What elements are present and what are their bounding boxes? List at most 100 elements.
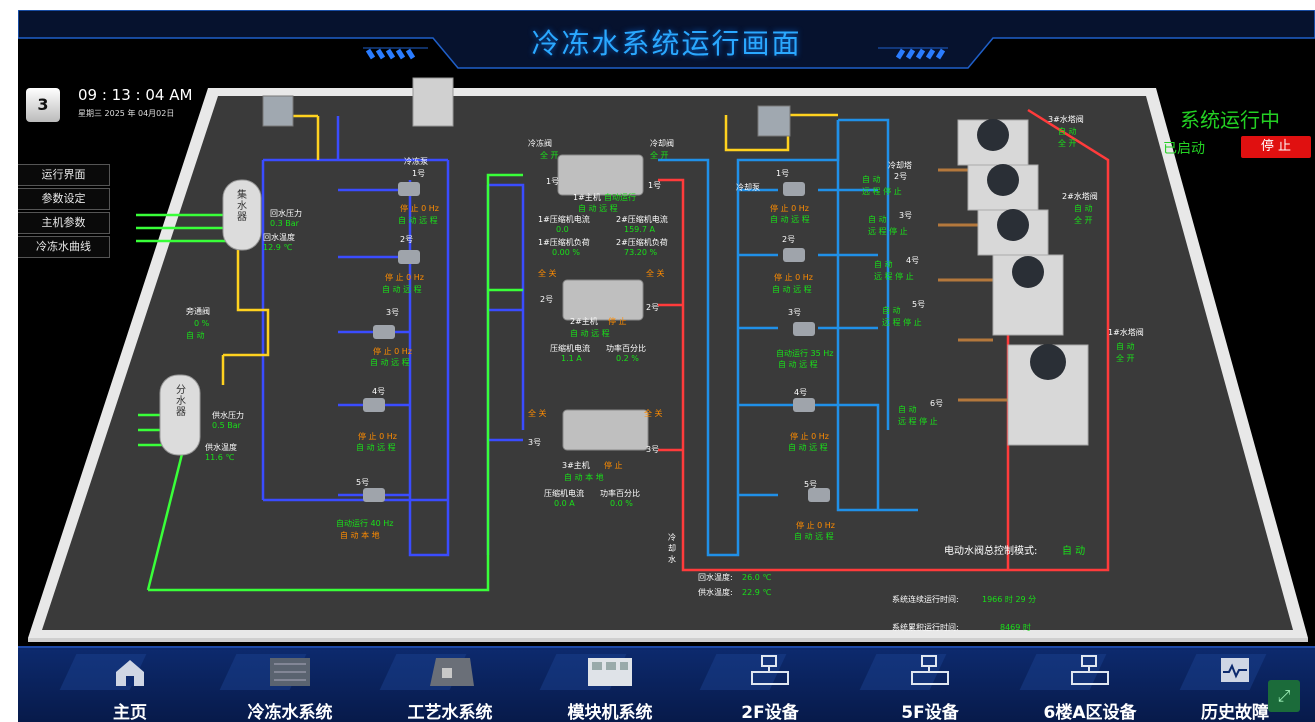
tower-5-no: 5号 — [912, 300, 926, 309]
tower-valve-2-state[interactable]: 全 开 — [1074, 215, 1093, 226]
network-pc-icon — [751, 655, 789, 685]
fullscreen-icon[interactable]: ⤢ — [1268, 680, 1300, 712]
chiller-1-c2-value: 159.7 A — [624, 225, 655, 234]
bypass-valve-mode: 自 动 — [186, 331, 205, 340]
tower-valve-3-mode[interactable]: 自 动 — [1058, 126, 1077, 137]
chw-pump-5-no: 5号 — [356, 478, 370, 487]
cw-valve-label: 冷却阀 — [650, 139, 674, 148]
menu-chiller-params[interactable]: 主机参数 — [18, 212, 110, 234]
cw-valve-2-state[interactable]: 全 关 — [646, 268, 665, 279]
network-pc-icon — [911, 655, 949, 685]
supply-pressure-value: 0.5 Bar — [212, 421, 241, 430]
stop-button[interactable]: 停 止 — [1241, 136, 1311, 158]
chiller-1-mode[interactable]: 自 动 远 程 — [578, 203, 618, 214]
tower-6-state[interactable]: 远 程 停 止 — [898, 416, 938, 427]
chw-pump-5-mode[interactable]: 自 动 本 地 — [340, 530, 380, 541]
tower-valve-2-name: 2#水塔阀 — [1062, 192, 1098, 201]
collector-name: 集 水 器 — [237, 190, 247, 223]
tower-4-state[interactable]: 远 程 停 止 — [874, 271, 914, 282]
tower-6-mode[interactable]: 自 动 — [898, 404, 917, 415]
distributor-name: 分 水 器 — [176, 385, 186, 418]
chw-pump-2-state[interactable]: 停 止 0 Hz — [385, 272, 424, 283]
cw-pump-1-state[interactable]: 停 止 0 Hz — [770, 203, 809, 214]
cw-valve-1-state[interactable]: 全 开 — [650, 150, 669, 161]
tower-2-state[interactable]: 远 程 停 止 — [862, 186, 902, 197]
cw-pump-4-state[interactable]: 停 止 0 Hz — [790, 431, 829, 442]
cw-supply-temp-value: 22.9 ℃ — [742, 588, 772, 597]
chw-pump-1-no: 1号 — [412, 169, 426, 178]
chw-valve-3-state[interactable]: 全 关 — [528, 408, 547, 419]
valve-mode-value[interactable]: 自 动 — [1062, 546, 1085, 557]
nav-process-water[interactable]: 工艺水系统 — [370, 648, 530, 722]
menu-run-view[interactable]: 运行界面 — [18, 164, 110, 186]
cw-pump-3-mode[interactable]: 自 动 远 程 — [778, 359, 818, 370]
tower-valve-1-state[interactable]: 全 开 — [1116, 353, 1135, 364]
chiller-3-name: 3#主机 — [562, 461, 590, 470]
chiller-1-left-no: 1号 — [546, 177, 560, 186]
chw-pump-1-mode[interactable]: 自 动 远 程 — [398, 215, 438, 226]
date-display: 星期三 2025 年 04月02日 — [78, 109, 175, 118]
menu-param-settings[interactable]: 参数设定 — [18, 188, 110, 210]
run-continuous-label: 系统连续运行时间: — [892, 595, 959, 604]
tower-2-no: 2号 — [894, 172, 908, 181]
run-total-value: 8469 时 — [1000, 623, 1031, 632]
run-continuous-value: 1966 时 29 分 — [982, 595, 1037, 604]
nav-chilled-water[interactable]: 冷冻水系统 — [210, 648, 370, 722]
scada-screen: 冷冻水系统运行画面 3 09: 13: 04 AM 星期三 2025 年 0… — [18, 10, 1315, 722]
nav-module-unit[interactable]: 模块机系统 — [530, 648, 690, 722]
chw-pump-2-no: 2号 — [400, 235, 414, 244]
nav-6f-a-equipment[interactable]: 6楼A区设备 — [1010, 648, 1170, 722]
cw-valve-3-state[interactable]: 全 关 — [644, 408, 663, 419]
chiller-1-name: 1#主机 — [573, 193, 601, 202]
chw-pump-4-mode[interactable]: 自 动 远 程 — [356, 442, 396, 453]
chiller-1-run: 自动运行 — [604, 193, 636, 202]
tower-6-no: 6号 — [930, 399, 944, 408]
tower-5-state[interactable]: 远 程 停 止 — [882, 317, 922, 328]
cw-pump-2-state[interactable]: 停 止 0 Hz — [774, 272, 813, 283]
cw-pump-5-state[interactable]: 停 止 0 Hz — [796, 520, 835, 531]
nav-5f-equipment[interactable]: 5F设备 — [850, 648, 1010, 722]
tower-valve-3-state[interactable]: 全 开 — [1058, 138, 1077, 149]
chiller-2-l1-value: 0.2 % — [616, 354, 639, 363]
chiller-3-left-no: 3号 — [528, 438, 542, 447]
valve-mode-label: 电动水阀总控制模式: — [944, 546, 1038, 557]
nav-home[interactable]: 主页 — [50, 648, 210, 722]
chiller-2-mode[interactable]: 自 动 远 程 — [570, 328, 610, 339]
menu-chw-curve[interactable]: 冷冻水曲线 — [18, 236, 110, 258]
cw-pump-4-mode[interactable]: 自 动 远 程 — [788, 442, 828, 453]
pulse-chart-icon — [1221, 658, 1249, 682]
nav-2f-equipment[interactable]: 2F设备 — [690, 648, 850, 722]
chw-pump-3-state[interactable]: 停 止 0 Hz — [373, 346, 412, 357]
chw-pump-2-mode[interactable]: 自 动 远 程 — [382, 284, 422, 295]
bypass-valve-label: 旁通阀 — [186, 307, 210, 316]
cw-pump-2-no: 2号 — [782, 235, 796, 244]
chw-pump-3-mode[interactable]: 自 动 远 程 — [370, 357, 410, 368]
chw-valve-2-state[interactable]: 全 关 — [538, 268, 557, 279]
nav-5f-equipment-label: 5F设备 — [901, 703, 959, 722]
tower-valve-1-mode[interactable]: 自 动 — [1116, 341, 1135, 352]
run-total-label: 系统累积运行时间: — [892, 623, 959, 632]
cw-pump-2-mode[interactable]: 自 动 远 程 — [772, 284, 812, 295]
tower-3-state[interactable]: 远 程 停 止 — [868, 226, 908, 237]
bottom-nav: 主页 冷冻水系统 工艺水系统 模块机系统 2F设备 5F设备 6楼A区设备 历史… — [18, 646, 1315, 722]
chiller-3-mode[interactable]: 自 动 本 地 — [564, 472, 604, 483]
tower-valve-2-mode[interactable]: 自 动 — [1074, 203, 1093, 214]
chw-pump-5-state[interactable]: 自动运行 40 Hz — [336, 518, 393, 529]
tower-3-mode[interactable]: 自 动 — [868, 214, 887, 225]
chw-pump-4-no: 4号 — [372, 387, 386, 396]
chw-pump-1-state[interactable]: 停 止 0 Hz — [400, 203, 439, 214]
cw-pump-3-state[interactable]: 自动运行 35 Hz — [776, 348, 833, 359]
chw-pump-4-state[interactable]: 停 止 0 Hz — [358, 431, 397, 442]
chiller-2-name: 2#主机 — [570, 317, 598, 326]
nav-2f-equipment-label: 2F设备 — [741, 703, 799, 722]
return-pressure-value: 0.3 Bar — [270, 219, 299, 228]
cw-pump-5-mode[interactable]: 自 动 远 程 — [794, 531, 834, 542]
chiller-3-right-no: 3号 — [646, 445, 660, 454]
chiller-1-c1-value: 0.0 — [556, 225, 569, 234]
home-icon — [116, 660, 144, 686]
tower-4-mode[interactable]: 自 动 — [874, 259, 893, 270]
cw-pump-1-mode[interactable]: 自 动 远 程 — [770, 214, 810, 225]
tower-5-mode[interactable]: 自 动 — [882, 305, 901, 316]
chw-valve-1-state[interactable]: 全 开 — [540, 150, 559, 161]
tower-2-mode[interactable]: 自 动 — [862, 174, 881, 185]
